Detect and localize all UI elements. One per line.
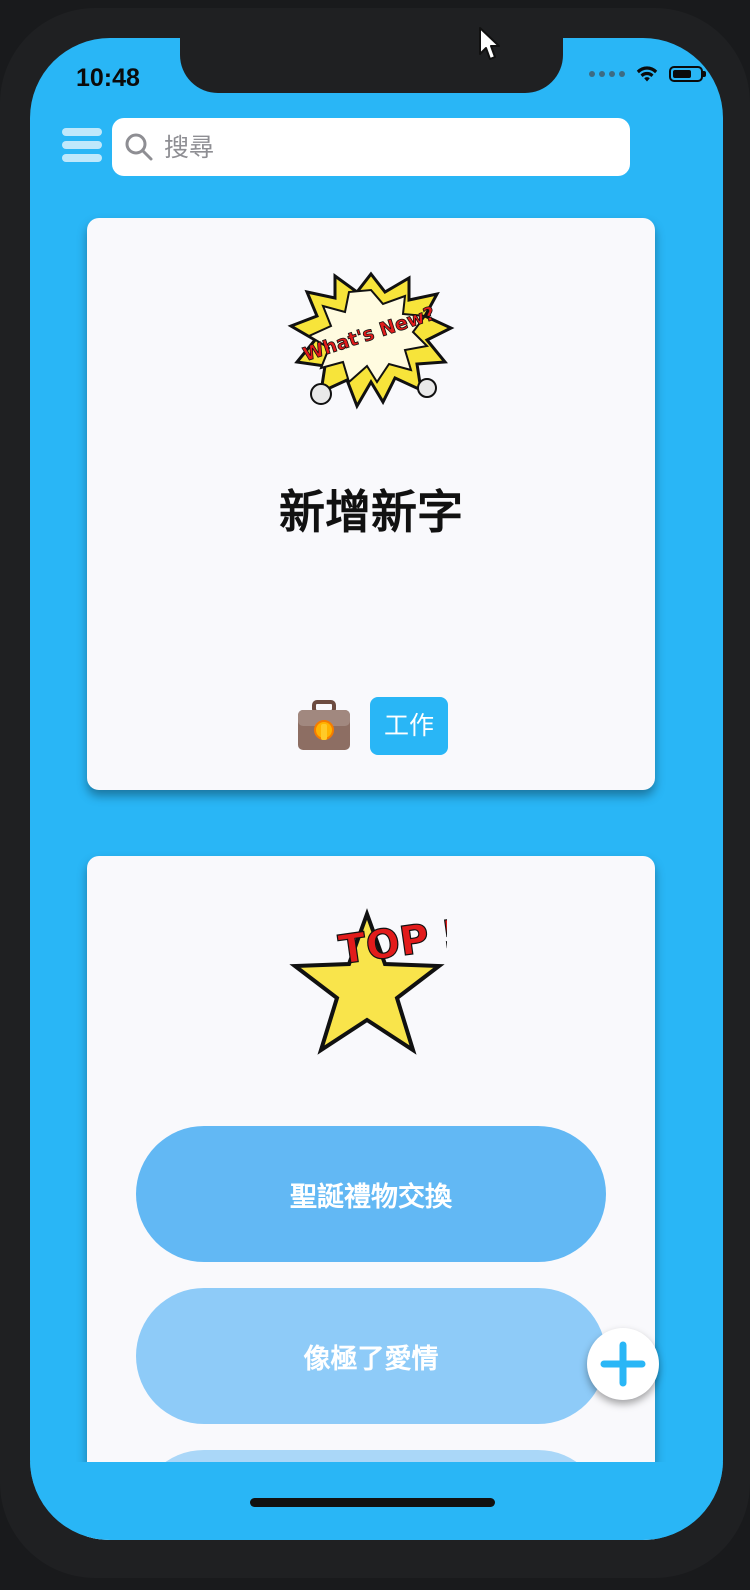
plus-icon	[600, 1341, 646, 1387]
menu-icon[interactable]	[62, 128, 102, 162]
notch	[180, 38, 563, 93]
top-item-2[interactable]: 像極了愛情	[136, 1288, 606, 1424]
briefcase-icon	[298, 700, 350, 750]
category-tag[interactable]: 工作	[370, 697, 448, 755]
top5-card: TOP 5 聖誕禮物交換 像極了愛情	[87, 856, 655, 1540]
card-title: 新增新字	[279, 485, 463, 539]
search-icon	[125, 133, 153, 161]
tag-row: 工作	[87, 696, 655, 756]
status-icons	[589, 65, 706, 83]
top5-badge: TOP 5	[289, 908, 447, 1055]
new-word-card[interactable]: What's New? 新增新字 工作	[87, 218, 655, 790]
status-time: 10:48	[76, 64, 140, 92]
battery-icon	[669, 66, 706, 82]
home-indicator	[250, 1498, 495, 1507]
add-button[interactable]	[587, 1328, 659, 1400]
mouse-cursor-icon	[479, 27, 500, 60]
search-input[interactable]	[162, 131, 606, 163]
wifi-icon	[636, 66, 658, 82]
signal-icon	[589, 71, 625, 77]
top-item-1[interactable]: 聖誕禮物交換	[136, 1126, 606, 1262]
search-bar[interactable]	[112, 118, 630, 176]
app-screen: 10:48 What's New? 新增新字	[30, 38, 723, 1540]
whats-new-badge: What's New?	[287, 271, 455, 410]
